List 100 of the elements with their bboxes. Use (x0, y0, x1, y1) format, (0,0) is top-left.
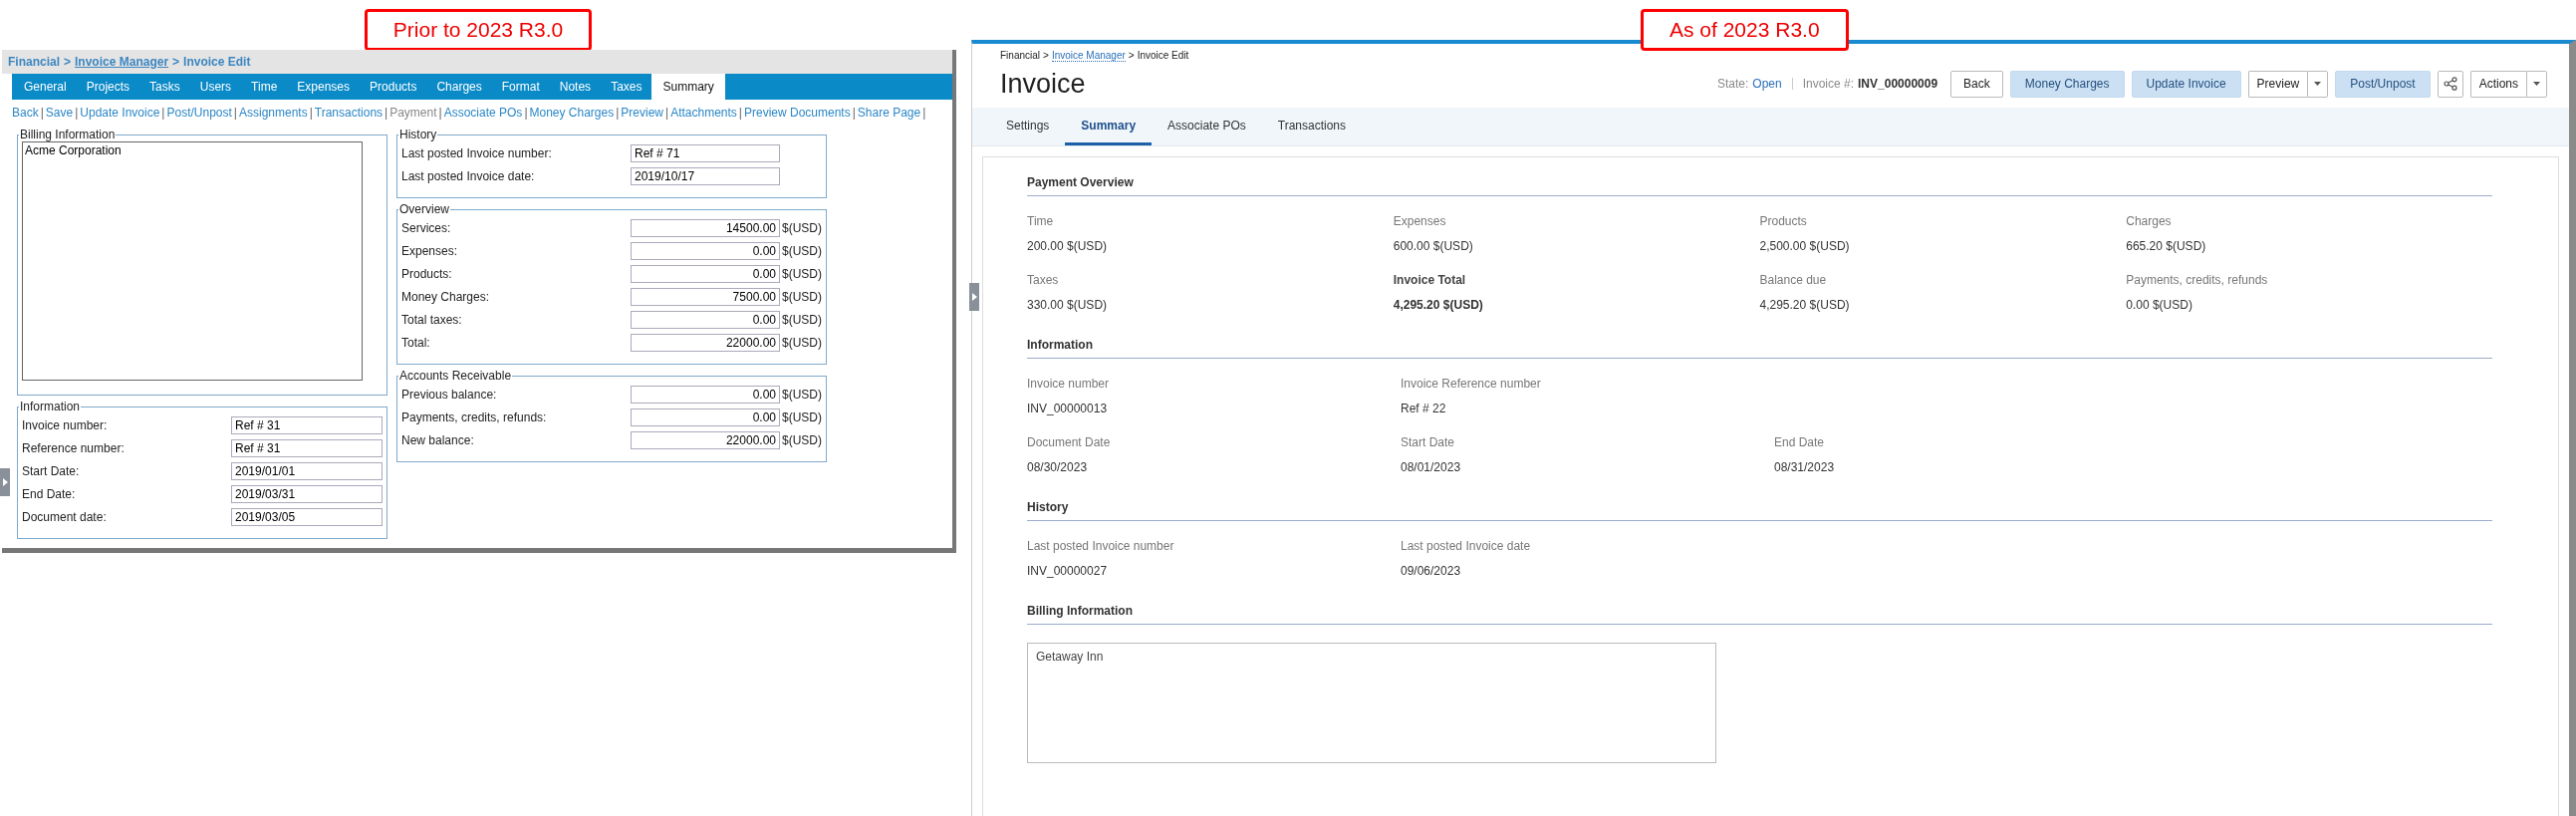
input-field[interactable]: 22000.00 (631, 430, 780, 449)
tab[interactable]: Time (241, 74, 288, 100)
field-label: Services: (401, 220, 452, 235)
field-label: End Date: (22, 486, 77, 501)
input-field[interactable]: 7500.00 (631, 287, 780, 306)
input-field[interactable]: 14500.00 (631, 218, 780, 237)
field-label: Last posted Invoice number: (401, 145, 553, 160)
input-field[interactable]: 2019/03/31 (231, 484, 383, 503)
dropdown-toggle[interactable] (2307, 70, 2329, 98)
field-label: Money Charges: (401, 289, 491, 304)
tab[interactable]: Expenses (287, 74, 361, 100)
tab[interactable]: Users (189, 74, 242, 100)
action-link[interactable]: Update Invoice (80, 106, 160, 120)
input-field[interactable]: 0.00 (631, 310, 780, 329)
tab[interactable]: Charges (426, 74, 492, 100)
tab[interactable]: Projects (76, 74, 140, 100)
input-field[interactable]: 2019/10/17 (631, 166, 780, 185)
action-link[interactable]: Preview (621, 106, 664, 120)
tab[interactable]: Associate POs (1152, 108, 1262, 145)
currency-unit: $(USD) (782, 289, 822, 304)
field-label: Last posted Invoice date: (401, 168, 536, 183)
action-button[interactable]: Post/Unpost (2335, 70, 2431, 98)
field-label: Invoice Reference number (1401, 377, 1542, 391)
input-field[interactable]: 2019/03/05 (231, 507, 383, 526)
action-link[interactable]: Save (45, 106, 74, 120)
dropdown-button[interactable]: Preview (2247, 70, 2308, 98)
action-link[interactable]: Back (12, 106, 39, 120)
share-button[interactable] (2437, 70, 2463, 98)
currency-unit: $(USD) (782, 387, 822, 402)
tab[interactable]: Tasks (139, 74, 190, 100)
currency-unit: $(USD) (782, 409, 822, 424)
action-link[interactable]: Transactions (314, 106, 384, 120)
action-link[interactable]: Associate POs (443, 106, 523, 120)
group-title: Overview (398, 202, 450, 216)
back-button[interactable]: Back (1950, 70, 2003, 98)
field-label: Invoice Total (1393, 273, 1467, 287)
text-area[interactable]: Getaway Inn (1027, 643, 1716, 763)
link-separator: | (309, 106, 313, 120)
input-field[interactable]: 2019/01/01 (231, 461, 383, 480)
tab[interactable]: Summary (651, 74, 725, 100)
currency-unit: $(USD) (782, 432, 822, 447)
field-label: New balance: (401, 432, 475, 447)
state-label: State: (1716, 77, 1749, 91)
link-separator: | (233, 106, 237, 120)
dropdown-button[interactable]: Actions (2469, 70, 2526, 98)
section-title: Billing Information (1027, 598, 2492, 625)
action-link[interactable]: Assignments (239, 106, 308, 120)
field-value: INV_00000013 (1027, 402, 1109, 415)
link-separator: | (524, 106, 528, 120)
tab[interactable]: Taxes (601, 74, 652, 100)
field-label: Invoice number: (22, 417, 109, 432)
tab[interactable]: Notes (549, 74, 602, 100)
text-area[interactable]: Acme Corporation (22, 141, 363, 381)
field-label: Taxes (1027, 273, 1060, 287)
field-label: Payments, credits, refunds (2126, 273, 2269, 287)
input-field[interactable]: Ref # 31 (231, 438, 383, 457)
link-separator: | (738, 106, 742, 120)
link-separator: | (40, 106, 44, 120)
section-title: Information (1027, 332, 2492, 359)
field-label: Document date: (22, 509, 108, 524)
tab[interactable]: Transactions (1261, 108, 1362, 145)
tab[interactable]: Summary (1065, 108, 1153, 145)
input-field[interactable]: 0.00 (631, 264, 780, 283)
field-label: Payments, credits, refunds: (401, 409, 548, 424)
field-label: Document Date (1027, 435, 1112, 449)
action-button[interactable]: Update Invoice (2131, 70, 2241, 98)
input-field[interactable]: Ref # 31 (231, 415, 383, 434)
action-link[interactable]: Money Charges (529, 106, 615, 120)
action-link[interactable]: Post/Unpost (166, 106, 232, 120)
link-separator: | (616, 106, 620, 120)
breadcrumb-link[interactable]: Invoice Manager (1051, 50, 1126, 62)
field-value: 665.20 $(USD) (2126, 239, 2207, 253)
breadcrumb-link[interactable]: Invoice Edit (1137, 50, 1189, 62)
breadcrumb-separator: > (1128, 50, 1135, 62)
field-label: Previous balance: (401, 387, 498, 402)
tab[interactable]: Settings (990, 108, 1066, 145)
tab[interactable]: Products (360, 74, 427, 100)
field-value: 600.00 $(USD) (1393, 239, 1474, 253)
input-field[interactable]: 0.00 (631, 241, 780, 260)
dropdown-toggle[interactable] (2526, 70, 2547, 98)
field-value: 4,295.20 $(USD) (1759, 298, 1851, 312)
expand-handle[interactable] (0, 468, 10, 496)
action-link[interactable]: Share Page (857, 106, 921, 120)
input-field[interactable]: 0.00 (631, 385, 780, 404)
field-value: 4,295.20 $(USD) (1393, 298, 1484, 312)
field-label: Total: (401, 335, 431, 350)
tab[interactable]: General (14, 74, 77, 100)
input-field[interactable]: 0.00 (631, 408, 780, 426)
input-field[interactable]: Ref # 71 (631, 143, 780, 162)
tab[interactable]: Format (491, 74, 550, 100)
breadcrumb-separator: > (1043, 50, 1049, 62)
expand-handle[interactable] (969, 283, 979, 311)
breadcrumb-link[interactable]: Financial (1000, 50, 1041, 62)
field-value: 0.00 $(USD) (2126, 298, 2193, 312)
action-link[interactable]: Attachments (670, 106, 737, 120)
input-field[interactable]: 22000.00 (631, 333, 780, 352)
group-title: Billing Information (19, 128, 117, 141)
action-button[interactable]: Money Charges (2009, 70, 2125, 98)
action-link[interactable]: Preview Documents (744, 106, 851, 120)
field-label: End Date (1774, 435, 1826, 449)
